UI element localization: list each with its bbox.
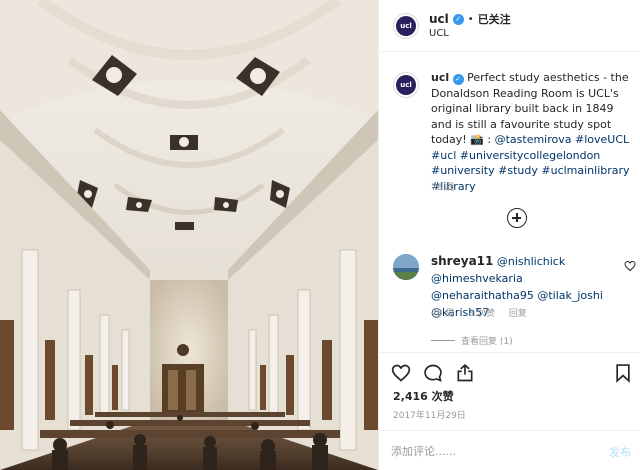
comment-likes[interactable]: 3 次赞 <box>468 306 495 319</box>
caption-tag[interactable]: #ucl <box>431 149 456 162</box>
caption-timestamp: 78 周 <box>431 183 455 193</box>
post-header: ucl ucl ✓ • 已关注 UCL <box>379 0 640 52</box>
caption-tag[interactable]: #universitycollegelondon <box>460 149 600 162</box>
caption-tag[interactable]: #uclmainlibrary <box>541 164 629 177</box>
caption-tag[interactable]: #study <box>498 164 538 177</box>
author-avatar[interactable]: ucl <box>393 13 419 39</box>
heart-icon[interactable] <box>391 363 411 383</box>
post-comment-button[interactable]: 发布 <box>609 444 631 460</box>
share-icon[interactable] <box>455 363 475 383</box>
caption-tag[interactable]: @tastemirova <box>495 133 572 146</box>
view-replies-label: 查看回复 (1) <box>461 337 513 347</box>
post-caption: ucl ✓ Perfect study aesthetics - the Don… <box>431 70 636 194</box>
like-count[interactable]: 2,416 次赞 <box>393 388 454 404</box>
caption-tag[interactable]: #university <box>431 164 495 177</box>
location-link[interactable]: UCL <box>429 28 449 39</box>
comment-mention[interactable]: @neharaithatha95 <box>431 289 534 302</box>
caption-handle[interactable]: ucl <box>431 71 449 84</box>
avatar-logo: ucl <box>396 75 416 95</box>
comment-timestamp: 78 周 <box>431 309 455 319</box>
comment-like-heart-icon[interactable] <box>624 260 636 272</box>
author-name-row: ucl ✓ • 已关注 <box>429 11 511 27</box>
reading-room-image <box>0 0 378 470</box>
following-button[interactable]: 已关注 <box>478 11 511 27</box>
comment-mention[interactable]: @nishlichick <box>497 255 565 268</box>
comment-mention[interactable]: @himeshvekaria <box>431 272 523 285</box>
avatar-photo <box>393 254 419 280</box>
add-comment-bar: 发布 <box>379 430 640 470</box>
verified-badge-icon: ✓ <box>452 74 464 85</box>
verified-badge-icon: ✓ <box>452 13 464 25</box>
bookmark-icon[interactable] <box>613 363 633 383</box>
post-date: 2017年11月29日 <box>393 411 466 421</box>
post-detail-panel: ucl ucl ✓ • 已关注 UCL ucl ucl ✓ Perfect st… <box>378 0 640 470</box>
reply-button[interactable]: 回复 <box>509 306 527 319</box>
author-handle[interactable]: ucl <box>429 12 449 26</box>
comment-bubble-icon[interactable] <box>423 363 443 383</box>
comments-area[interactable]: ucl ucl ✓ Perfect study aesthetics - the… <box>379 52 640 352</box>
post-photo[interactable] <box>0 0 378 470</box>
caption-avatar[interactable]: ucl <box>393 72 419 98</box>
replies-line <box>431 340 455 341</box>
avatar-logo: ucl <box>396 16 416 36</box>
separator-dot: • <box>467 13 474 25</box>
action-bar <box>379 352 640 388</box>
comment-mention[interactable]: @tilak_joshi <box>537 289 603 302</box>
plus-circle-icon[interactable] <box>507 208 527 228</box>
commenter-handle[interactable]: shreya11 <box>431 254 493 268</box>
view-replies-button[interactable]: 查看回复 (1) <box>431 334 513 347</box>
add-comment-input[interactable] <box>391 441 571 461</box>
commenter-avatar[interactable] <box>393 254 419 280</box>
caption-tag[interactable]: #loveUCL <box>575 133 629 146</box>
comment-meta: 78 周 3 次赞 回复 <box>431 306 527 319</box>
